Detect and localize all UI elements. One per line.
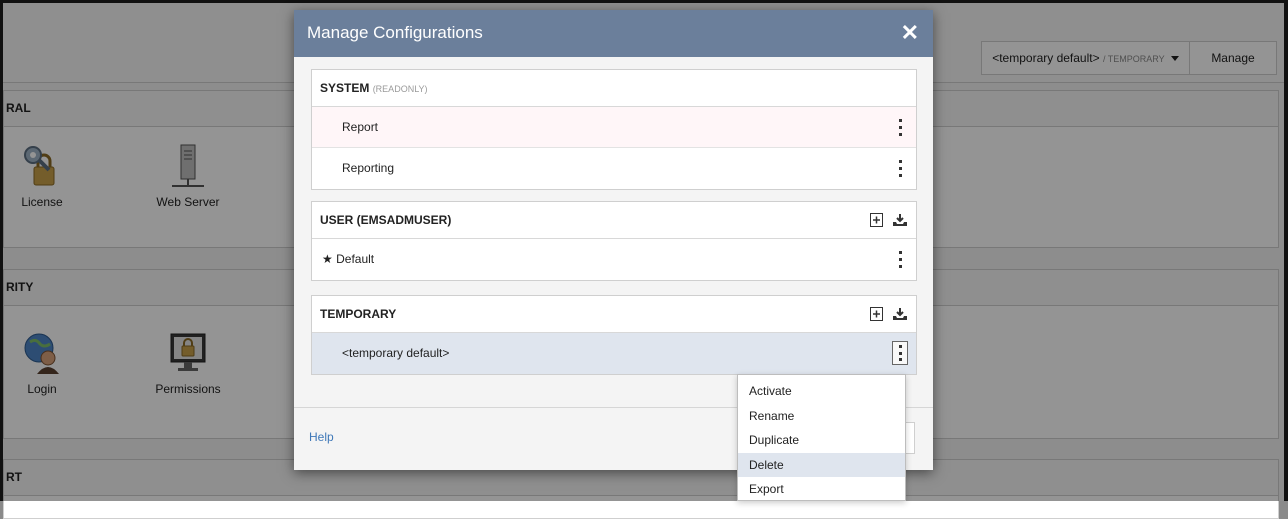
dialog-header: Manage Configurations ✕ — [294, 10, 933, 57]
panel-actions — [870, 296, 908, 332]
panel-title: USER (EMSADMUSER) — [320, 213, 452, 227]
import-icon[interactable] — [892, 307, 908, 321]
panel-actions — [870, 202, 908, 238]
temporary-panel: TEMPORARY <temporary default> — [311, 295, 917, 375]
user-panel: USER (EMSADMUSER) ★ Default — [311, 201, 917, 281]
menu-item-export[interactable]: Export — [738, 477, 905, 502]
dialog-body: SYSTEM (READONLY) Report Reporting USER … — [294, 57, 933, 408]
config-name: Report — [342, 120, 379, 134]
config-row-selected[interactable]: <temporary default> — [312, 333, 916, 374]
context-menu: Activate Rename Duplicate Delete Export — [737, 374, 906, 501]
panel-header: SYSTEM (READONLY) — [312, 70, 916, 107]
config-row[interactable]: ★ Default — [312, 239, 916, 280]
add-config-icon[interactable] — [870, 307, 883, 321]
add-config-icon[interactable] — [870, 213, 883, 227]
panel-title: SYSTEM — [320, 81, 370, 95]
menu-item-delete[interactable]: Delete — [738, 452, 905, 477]
kebab-menu-icon[interactable] — [892, 341, 908, 365]
panel-header: USER (EMSADMUSER) — [312, 202, 916, 239]
menu-item-activate[interactable]: Activate — [738, 379, 905, 404]
menu-item-duplicate[interactable]: Duplicate — [738, 428, 905, 453]
kebab-menu-icon[interactable] — [896, 119, 904, 136]
star-icon: ★ — [322, 252, 333, 266]
panel-title: TEMPORARY — [320, 307, 397, 321]
import-icon[interactable] — [892, 213, 908, 227]
system-panel: SYSTEM (READONLY) Report Reporting — [311, 69, 917, 190]
menu-item-rename[interactable]: Rename — [738, 404, 905, 429]
config-row[interactable]: Reporting — [312, 148, 916, 189]
config-name: Default — [336, 252, 375, 266]
kebab-menu-icon[interactable] — [896, 160, 904, 177]
kebab-menu-icon[interactable] — [896, 251, 904, 268]
dialog-title: Manage Configurations — [307, 23, 483, 42]
config-name: Reporting — [342, 161, 395, 175]
config-name: <temporary default> — [342, 346, 450, 360]
readonly-note: (READONLY) — [372, 84, 428, 94]
help-link[interactable]: Help — [309, 430, 334, 444]
panel-header: TEMPORARY — [312, 296, 916, 333]
close-icon[interactable]: ✕ — [901, 10, 919, 55]
config-row[interactable]: Report — [312, 107, 916, 148]
